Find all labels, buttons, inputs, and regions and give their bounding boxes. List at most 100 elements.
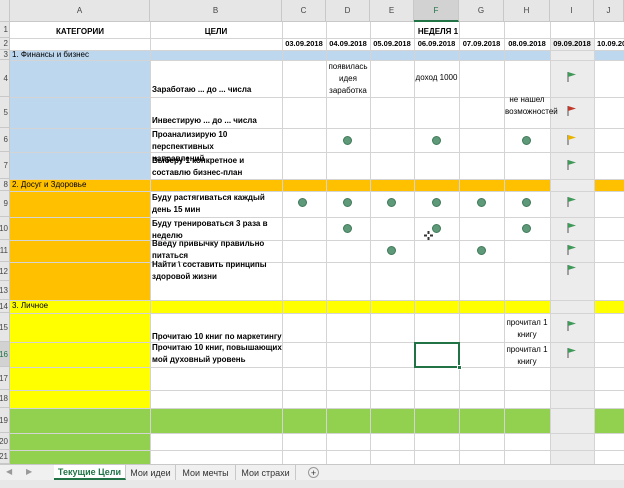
- done-marker[interactable]: [432, 224, 441, 233]
- date-cell[interactable]: 09.09.2018: [550, 38, 594, 50]
- date-cell[interactable]: 04.09.2018: [326, 38, 370, 50]
- goal-cell[interactable]: Буду растягиваться каждый день 15 мин: [152, 192, 282, 216]
- row-header[interactable]: 21: [0, 450, 10, 464]
- done-marker[interactable]: [387, 246, 396, 255]
- done-marker[interactable]: [522, 198, 531, 207]
- flag-icon[interactable]: [567, 71, 577, 83]
- gridline-h: [10, 191, 624, 192]
- sheet-tab-bar: ◀ ▶ Текущие Цели Мои идеи Мои мечты Мои …: [0, 464, 624, 480]
- note-cell[interactable]: доход 1000: [414, 72, 459, 84]
- gridline-h: [10, 450, 624, 451]
- header-categories[interactable]: КАТЕГОРИИ: [10, 26, 150, 38]
- flag-icon[interactable]: [567, 222, 577, 234]
- row-header[interactable]: 2: [0, 38, 10, 50]
- done-marker[interactable]: [343, 136, 352, 145]
- selected-cell[interactable]: [414, 342, 460, 368]
- flag-icon[interactable]: [567, 244, 577, 256]
- row-header[interactable]: 18: [0, 390, 10, 408]
- gridline-h: [10, 217, 624, 218]
- column-header-h[interactable]: H: [504, 0, 550, 22]
- column-header-i[interactable]: I: [550, 0, 594, 22]
- row-header[interactable]: 13: [0, 281, 10, 300]
- spreadsheet-grid[interactable]: A B C D E F G H I J 1 2 3 4 5 6 7 8 9 10…: [0, 0, 624, 488]
- date-cell[interactable]: 08.09.2018: [504, 38, 550, 50]
- done-marker[interactable]: [522, 136, 531, 145]
- date-cell[interactable]: 07.09.2018: [459, 38, 504, 50]
- goal-cell[interactable]: Прочитаю 10 книг, повышающих мой духовны…: [152, 342, 282, 366]
- category-label[interactable]: 1. Финансы и бизнес: [12, 49, 89, 61]
- row-header[interactable]: 11: [0, 240, 10, 262]
- row-header[interactable]: 4: [0, 60, 10, 97]
- tab-current-goals[interactable]: Текущие Цели: [54, 465, 126, 480]
- fill-handle[interactable]: [457, 365, 462, 370]
- column-header-d[interactable]: D: [326, 0, 370, 22]
- row-header[interactable]: 1: [0, 22, 10, 38]
- status-bar: [0, 480, 624, 488]
- row-header[interactable]: 3: [0, 50, 10, 60]
- flag-icon[interactable]: [567, 159, 577, 171]
- done-marker[interactable]: [522, 224, 531, 233]
- row-header[interactable]: 14: [0, 300, 10, 313]
- column-header-f[interactable]: F: [414, 0, 459, 22]
- note-cell[interactable]: прочитал 1 книгу: [504, 344, 550, 368]
- done-marker[interactable]: [477, 198, 486, 207]
- row-header[interactable]: 16: [0, 342, 10, 367]
- goal-cell[interactable]: Инвестирую ... до ... числа: [152, 115, 282, 127]
- tab-my-ideas[interactable]: Мои идеи: [126, 465, 176, 480]
- row-header[interactable]: 17: [0, 367, 10, 390]
- row-header[interactable]: 7: [0, 152, 10, 179]
- flag-icon[interactable]: [567, 134, 577, 146]
- goal-cell[interactable]: Заработаю ... до ... числа: [152, 84, 282, 96]
- add-sheet-button[interactable]: +: [308, 467, 319, 478]
- gridline-v: [504, 22, 505, 464]
- row-header[interactable]: 5: [0, 97, 10, 128]
- date-cell[interactable]: 05.09.2018: [370, 38, 414, 50]
- tab-prev-icon[interactable]: ◀: [6, 467, 12, 476]
- note-cell[interactable]: не нашел возможностей: [505, 94, 558, 118]
- done-marker[interactable]: [343, 198, 352, 207]
- date-cell[interactable]: 10.09.20: [597, 38, 624, 50]
- header-goals[interactable]: ЦЕЛИ: [150, 26, 282, 38]
- tab-my-fears[interactable]: Мои страхи: [236, 465, 296, 480]
- flag-icon[interactable]: [567, 320, 577, 332]
- done-marker[interactable]: [298, 198, 307, 207]
- done-marker[interactable]: [387, 198, 396, 207]
- done-marker[interactable]: [432, 136, 441, 145]
- select-all-corner[interactable]: [0, 0, 10, 22]
- row-header[interactable]: 9: [0, 191, 10, 217]
- flag-icon[interactable]: [567, 105, 577, 117]
- done-marker[interactable]: [432, 198, 441, 207]
- goal-cell[interactable]: Выберу 1 конкретное и составлю бизнес-пл…: [152, 155, 282, 179]
- goal-cell[interactable]: Найти \ составить принципы здоровой жизн…: [152, 259, 272, 283]
- row-header[interactable]: 20: [0, 433, 10, 450]
- tab-my-dreams[interactable]: Мои мечты: [176, 465, 236, 480]
- row-header[interactable]: 8: [0, 179, 10, 191]
- done-marker[interactable]: [343, 224, 352, 233]
- flag-icon[interactable]: [567, 264, 577, 276]
- category-label[interactable]: 3. Личное: [12, 300, 48, 312]
- column-header-a[interactable]: A: [10, 0, 150, 22]
- row-header[interactable]: 10: [0, 217, 10, 240]
- done-marker[interactable]: [477, 246, 486, 255]
- row-header[interactable]: 15: [0, 313, 10, 342]
- column-header-g[interactable]: G: [459, 0, 504, 22]
- flag-icon[interactable]: [567, 196, 577, 208]
- gridline-h: [10, 313, 624, 314]
- row-header[interactable]: 6: [0, 128, 10, 152]
- column-header-j[interactable]: J: [594, 0, 624, 22]
- column-header-e[interactable]: E: [370, 0, 414, 22]
- date-cell[interactable]: 06.09.2018: [414, 38, 459, 50]
- note-cell[interactable]: появилась идея заработка: [326, 61, 370, 97]
- note-cell[interactable]: прочитал 1 книгу: [504, 317, 550, 341]
- date-cell[interactable]: 03.09.2018: [282, 38, 326, 50]
- column-header-b[interactable]: B: [150, 0, 282, 22]
- gridline-v: [550, 22, 551, 464]
- row-header[interactable]: 12: [0, 262, 10, 281]
- category-label[interactable]: 2. Досуг и Здоровье: [12, 179, 86, 191]
- tab-next-icon[interactable]: ▶: [26, 467, 32, 476]
- column-header-c[interactable]: C: [282, 0, 326, 22]
- flag-icon[interactable]: [567, 347, 577, 359]
- row-header[interactable]: 19: [0, 408, 10, 433]
- gridline-v: [414, 22, 415, 464]
- header-week[interactable]: НЕДЕЛЯ 1: [282, 26, 594, 38]
